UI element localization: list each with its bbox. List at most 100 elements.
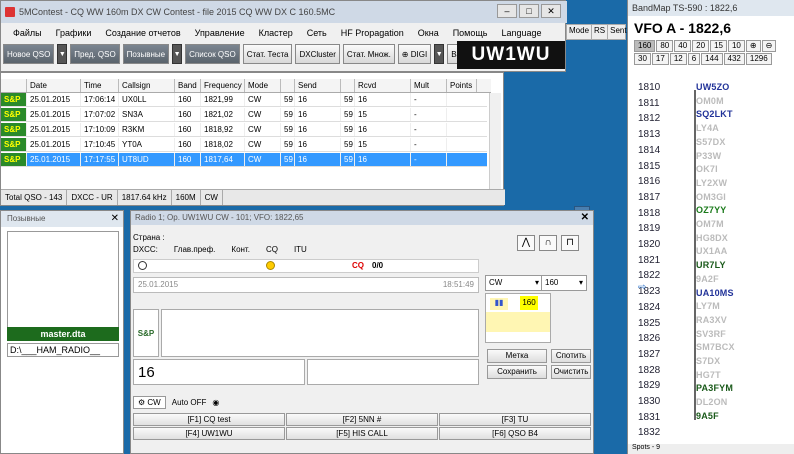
chevron-down-icon[interactable]: ▼ — [172, 44, 183, 64]
chevron-down-icon[interactable]: ▼ — [434, 44, 445, 64]
callsigns-button[interactable]: Позывные — [122, 44, 170, 64]
bandmap-btn[interactable]: 17 — [651, 53, 669, 65]
spot-callsign[interactable]: OK7I — [696, 164, 718, 174]
spot-callsign[interactable]: SQ2LKT — [696, 109, 733, 119]
f5-key[interactable]: [F5] HIS CALL — [286, 427, 438, 440]
spot-callsign[interactable]: S57DX — [696, 137, 726, 147]
bandmap-btn[interactable]: ⊖ — [761, 40, 777, 52]
close-icon[interactable]: ✕ — [111, 213, 119, 224]
spot-callsign[interactable]: OM3GI — [696, 192, 726, 202]
close-icon[interactable]: ✕ — [541, 4, 561, 18]
spot-callsign[interactable]: 9A2F — [696, 274, 719, 284]
col-send[interactable]: Send — [295, 79, 341, 92]
col-points[interactable]: Points — [447, 79, 477, 92]
auto-off-toggle[interactable]: Auto OFF — [172, 398, 207, 407]
test-stats-button[interactable]: Стат. Теста — [242, 44, 293, 64]
spot-callsign[interactable]: OM7M — [696, 219, 724, 229]
spot-callsign[interactable]: SV3RF — [696, 329, 726, 339]
exchange-field[interactable]: 16 — [133, 359, 305, 385]
table-row[interactable]: S&P 25.01.2015 17:17:55 UT8UD 160 1817,64 CW 59… — [1, 153, 487, 167]
stop-icon[interactable] — [138, 261, 147, 270]
filter-narrow-icon[interactable]: ⋀ — [517, 235, 535, 251]
spot-callsign[interactable]: OZ7YY — [696, 205, 727, 215]
chevron-down-icon[interactable]: ▼ — [57, 44, 68, 64]
spot-callsign[interactable]: LY4A — [696, 123, 719, 133]
col-date[interactable]: Date — [27, 79, 81, 92]
band-grid-cell[interactable]: 160 — [520, 296, 538, 310]
dxcluster-button[interactable]: DXCluster — [295, 44, 340, 64]
clear-button[interactable]: Очистить — [551, 365, 591, 379]
mode-select[interactable]: CW ▾ — [485, 275, 543, 291]
spot-callsign[interactable]: LY7M — [696, 301, 720, 311]
spot-callsign[interactable]: UW5ZO — [696, 82, 730, 92]
menu-help[interactable]: Помощь — [453, 28, 488, 38]
new-qso-button[interactable]: Новое QSO — [3, 44, 55, 64]
save-button[interactable]: Сохранить — [487, 365, 547, 379]
spot-callsign[interactable]: HG8DX — [696, 233, 728, 243]
close-icon[interactable]: ✕ — [581, 212, 589, 223]
band-select[interactable]: 160 ▾ — [541, 275, 587, 291]
spot-callsign[interactable]: UA10MS — [696, 288, 734, 298]
spot-button[interactable]: Спотить — [551, 349, 591, 363]
mark-button[interactable]: Метка — [487, 349, 547, 363]
table-row[interactable]: S&P 25.01.2015 17:10:09 R3KM 160 1818,92 CW 59 1… — [1, 123, 487, 137]
mult-stats-button[interactable]: Стат. Множ. — [342, 44, 395, 64]
menu-charts[interactable]: Графики — [56, 28, 92, 38]
bandmap-btn[interactable]: 30 — [634, 53, 651, 65]
spot-callsign[interactable]: UR7LY — [696, 260, 726, 270]
menu-network[interactable]: Сеть — [307, 28, 327, 38]
menu-language[interactable]: Language — [501, 28, 541, 38]
menu-files[interactable]: Файлы — [13, 28, 42, 38]
digi-button[interactable]: ⊕ DIGI — [397, 44, 432, 64]
maximize-icon[interactable]: □ — [519, 4, 539, 18]
col-rcvd[interactable]: Rcvd — [355, 79, 411, 92]
bandmap-btn[interactable]: 80 — [656, 40, 674, 52]
bandmap-btn[interactable]: 20 — [692, 40, 710, 52]
master-path-field[interactable]: D:\___HAM_RADIO__ — [7, 343, 119, 357]
log-scrollbar[interactable] — [489, 93, 501, 189]
bandmap-btn[interactable]: 15 — [710, 40, 727, 52]
col-time[interactable]: Time — [81, 79, 119, 92]
menu-reports[interactable]: Создание отчетов — [105, 28, 180, 38]
menu-cluster[interactable]: Кластер — [259, 28, 293, 38]
f3-key[interactable]: [F3] TU — [439, 413, 591, 426]
spot-callsign[interactable]: RA3XV — [696, 315, 727, 325]
callsign-entry[interactable] — [161, 309, 479, 357]
col-rst-rcvd[interactable] — [341, 79, 355, 92]
col-frequency[interactable]: Frequency — [201, 79, 245, 92]
spot-callsign[interactable]: LY2XW — [696, 178, 727, 188]
prev-qso-button[interactable]: Пред. QSO — [70, 44, 120, 64]
exchange-field-2[interactable] — [307, 359, 479, 385]
bandmap-btn[interactable]: 12 — [669, 53, 687, 65]
table-row[interactable]: S&P 25.01.2015 17:06:14 UX0LL 160 1821,99 CW 59… — [1, 93, 487, 107]
bandmap-btn[interactable]: 160 — [634, 40, 656, 52]
f1-key[interactable]: [F1] CQ test — [133, 413, 285, 426]
spot-callsign[interactable]: OM0M — [696, 96, 724, 106]
tab-cw[interactable]: ⚙ CW — [133, 395, 166, 409]
col-icon[interactable] — [1, 79, 27, 92]
col-callsign[interactable]: Callsign — [119, 79, 175, 92]
col-mode[interactable]: Mode — [245, 79, 281, 92]
bandmap-btn[interactable]: 10 — [727, 40, 745, 52]
bandmap-btn[interactable]: 6 — [687, 53, 701, 65]
qso-list-button[interactable]: Список QSO — [185, 44, 240, 64]
spot-callsign[interactable]: PA3FYM — [696, 383, 733, 393]
f6-key[interactable]: [F6] QSO B4 — [439, 427, 591, 440]
filter-wide-icon[interactable]: ⊓ — [561, 235, 579, 251]
spot-callsign[interactable]: SM7BCX — [696, 342, 735, 352]
filter-mid-icon[interactable]: ∩ — [539, 235, 557, 251]
bandmap-btn[interactable]: 432 — [723, 53, 745, 65]
bandmap-btn[interactable]: 40 — [674, 40, 692, 52]
bandmap-btn[interactable]: ⊕ — [745, 40, 761, 52]
f2-key[interactable]: [F2] 5NN # — [286, 413, 438, 426]
spot-callsign[interactable]: 9A5F — [696, 411, 719, 421]
col-rst-sent[interactable] — [281, 79, 295, 92]
sp-mode-button[interactable]: S&P — [133, 309, 159, 357]
col-band[interactable]: Band — [175, 79, 201, 92]
col-mult[interactable]: Mult — [411, 79, 447, 92]
spot-callsign[interactable]: UX1AA — [696, 246, 728, 256]
table-row[interactable]: S&P 25.01.2015 17:10:45 YT0A 160 1818,02 CW 59 1… — [1, 138, 487, 152]
menu-hf-propagation[interactable]: HF Propagation — [341, 28, 404, 38]
bandmap-btn[interactable]: 144 — [701, 53, 723, 65]
table-row[interactable]: S&P 25.01.2015 17:07:02 SN3A 160 1821,02 CW 59 1… — [1, 108, 487, 122]
